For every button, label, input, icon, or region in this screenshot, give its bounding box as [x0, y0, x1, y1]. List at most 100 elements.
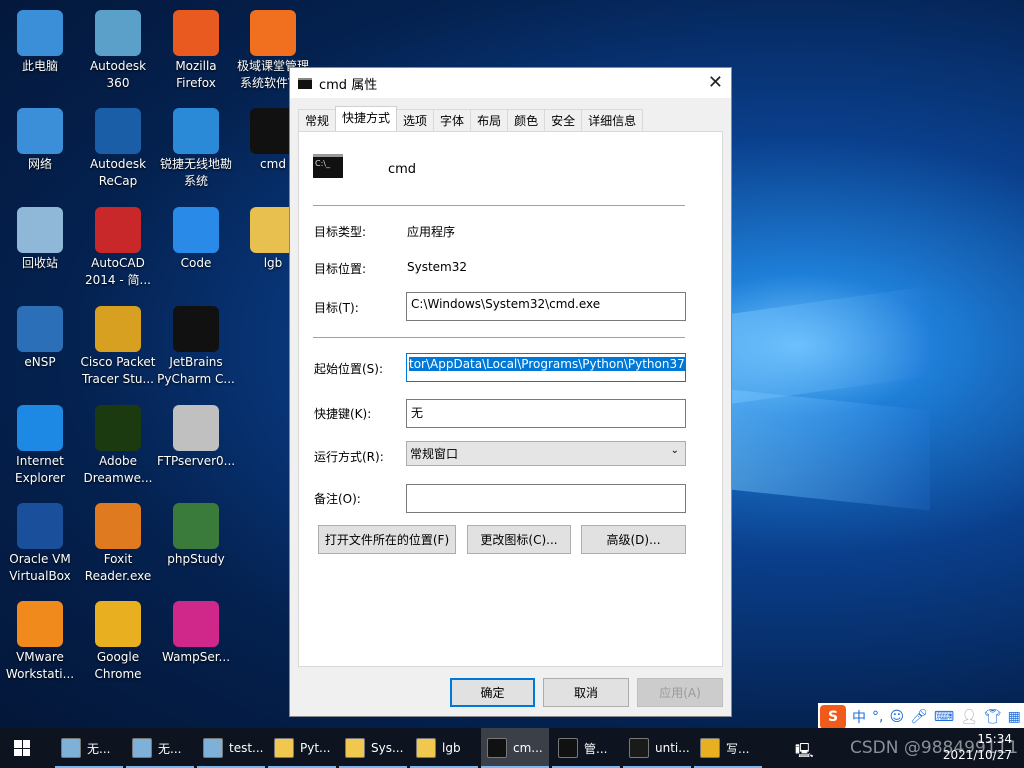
desktop-icon[interactable]: FTPserver0...	[157, 405, 235, 470]
app-icon	[203, 738, 223, 758]
skin-icon[interactable]: 👕︎	[984, 709, 1002, 725]
tab[interactable]: 选项	[396, 109, 435, 131]
apply-button[interactable]: 应用(A)	[637, 678, 723, 707]
taskbar-item[interactable]: 无...	[126, 728, 194, 768]
target-location-label: 目标位置:	[314, 262, 367, 276]
taskbar-item[interactable]: 管...	[552, 728, 620, 768]
tab[interactable]: 安全	[544, 109, 583, 131]
cancel-button[interactable]: 取消	[543, 678, 629, 707]
desktop-icon-label: eNSP	[24, 355, 56, 369]
network-icon[interactable]: 🖳	[795, 740, 814, 764]
microphone-icon[interactable]: 🎤︎	[910, 709, 928, 725]
app-icon	[17, 306, 63, 352]
desktop-icon[interactable]: 回收站	[1, 207, 79, 272]
divider	[313, 337, 685, 338]
taskbar-item-label: test...	[229, 741, 264, 755]
desktop-icon[interactable]: Oracle VM VirtualBox	[1, 503, 79, 585]
tab[interactable]: 常规	[298, 109, 337, 131]
desktop-icon[interactable]: VMware Workstati...	[1, 601, 79, 683]
shortcut-name: cmd	[388, 162, 417, 177]
cmd-icon	[298, 77, 312, 89]
desktop-icon[interactable]: Autodesk ReCap	[79, 108, 157, 190]
target-type-label: 目标类型:	[314, 225, 367, 239]
advanced-button[interactable]: 高级(D)...	[581, 525, 686, 554]
app-icon	[95, 207, 141, 253]
desktop-icon[interactable]: WampSer...	[157, 601, 235, 666]
keyboard-icon[interactable]: ⌨	[934, 709, 954, 725]
taskbar-item[interactable]: Sys...	[339, 728, 407, 768]
dialog-title: cmd 属性	[319, 77, 378, 93]
desktop-icon[interactable]: Autodesk 360	[79, 10, 157, 92]
desktop-icon[interactable]: Internet Explorer	[1, 405, 79, 487]
app-icon	[173, 405, 219, 451]
tab[interactable]: 字体	[433, 109, 472, 131]
taskbar-item-label: 管...	[584, 741, 608, 756]
change-icon-button[interactable]: 更改图标(C)...	[467, 525, 571, 554]
toolbox-icon[interactable]: ▦	[1008, 709, 1021, 725]
tab-bar: 常规 快捷方式 选项 字体 布局 颜色 安全 详细信息	[298, 106, 644, 131]
app-icon	[95, 405, 141, 451]
taskbar-item[interactable]: Pyt...	[268, 728, 336, 768]
taskbar-item[interactable]: unti...	[623, 728, 691, 768]
tab[interactable]: 详细信息	[581, 109, 644, 131]
open-location-button[interactable]: 打开文件所在的位置(F)	[318, 525, 456, 554]
app-icon	[173, 601, 219, 647]
punctuation-toggle[interactable]: °,	[872, 709, 883, 725]
app-icon	[17, 10, 63, 56]
taskbar-item-label: 无...	[87, 741, 111, 756]
desktop-icon[interactable]: Cisco Packet Tracer Stu...	[79, 306, 157, 388]
taskbar-item[interactable]: cm...	[481, 728, 549, 768]
comment-input[interactable]	[406, 484, 686, 513]
close-icon[interactable]: ✕	[708, 72, 723, 93]
desktop-icon[interactable]: 锐捷无线地勘系统	[157, 108, 235, 190]
taskbar-item[interactable]: 无...	[55, 728, 123, 768]
desktop-icon[interactable]: Foxit Reader.exe	[79, 503, 157, 585]
desktop-icon-label: Internet Explorer	[15, 454, 65, 485]
clock[interactable]: 15:34 2021/10/27	[943, 731, 1012, 763]
start-button[interactable]	[14, 740, 30, 756]
ime-mode-toggle[interactable]: 中	[852, 707, 866, 727]
run-label: 运行方式(R):	[314, 450, 384, 464]
desktop-icon[interactable]: AutoCAD 2014 - 简...	[79, 207, 157, 289]
ime-toolbar: S 中 °, ☺ 🎤︎ ⌨ 👤︎ 👕︎ ▦	[818, 703, 1024, 731]
desktop-icon[interactable]: phpStudy	[157, 503, 235, 568]
comment-label: 备注(O):	[314, 492, 361, 506]
desktop-icon[interactable]: Adobe Dreamwe...	[79, 405, 157, 487]
desktop-icon[interactable]: JetBrains PyCharm C...	[157, 306, 235, 388]
tab[interactable]: 快捷方式	[335, 106, 398, 131]
app-icon	[173, 306, 219, 352]
taskbar-item-label: cm...	[513, 741, 543, 755]
desktop-icon-label: 锐捷无线地勘系统	[159, 157, 232, 188]
target-input[interactable]: C:\Windows\System32\cmd.exe	[406, 292, 686, 321]
desktop-icon[interactable]: Google Chrome	[79, 601, 157, 683]
tab[interactable]: 颜色	[507, 109, 546, 131]
desktop-icon[interactable]: 此电脑	[1, 10, 79, 75]
desktop-icon-label: 回收站	[21, 256, 58, 270]
desktop-icon-label: Adobe Dreamwe...	[83, 454, 153, 485]
app-icon	[95, 503, 141, 549]
desktop-icon[interactable]: Mozilla Firefox	[157, 10, 235, 92]
app-icon	[95, 601, 141, 647]
ok-button[interactable]: 确定	[450, 678, 535, 707]
sogou-logo-icon[interactable]: S	[820, 705, 846, 729]
start-in-input[interactable]: tor\AppData\Local\Programs\Python\Python…	[406, 353, 686, 382]
run-select[interactable]: 常规窗口 ⌄	[406, 441, 686, 466]
desktop-icon[interactable]: eNSP	[1, 306, 79, 371]
app-icon	[487, 738, 507, 758]
chevron-down-icon: ⌄	[670, 445, 679, 456]
user-icon[interactable]: 👤︎	[960, 709, 978, 725]
app-icon	[17, 503, 63, 549]
desktop-icon-label: AutoCAD 2014 - 简...	[85, 256, 151, 287]
taskbar-item[interactable]: test...	[197, 728, 265, 768]
cmd-large-icon: C:\_	[313, 154, 343, 178]
tab[interactable]: 布局	[470, 109, 509, 131]
desktop-icon[interactable]: 网络	[1, 108, 79, 173]
taskbar-item[interactable]: 写...	[694, 728, 762, 768]
taskbar-item[interactable]: lgb	[410, 728, 478, 768]
desktop-icon-label: Oracle VM VirtualBox	[9, 552, 71, 583]
emoji-icon[interactable]: ☺	[889, 709, 904, 725]
desktop-icon[interactable]: Code	[157, 207, 235, 272]
desktop-icon-label: Autodesk 360	[89, 59, 147, 90]
hotkey-input[interactable]: 无	[406, 399, 686, 428]
desktop-icon-label: Cisco Packet Tracer Stu...	[80, 355, 156, 386]
